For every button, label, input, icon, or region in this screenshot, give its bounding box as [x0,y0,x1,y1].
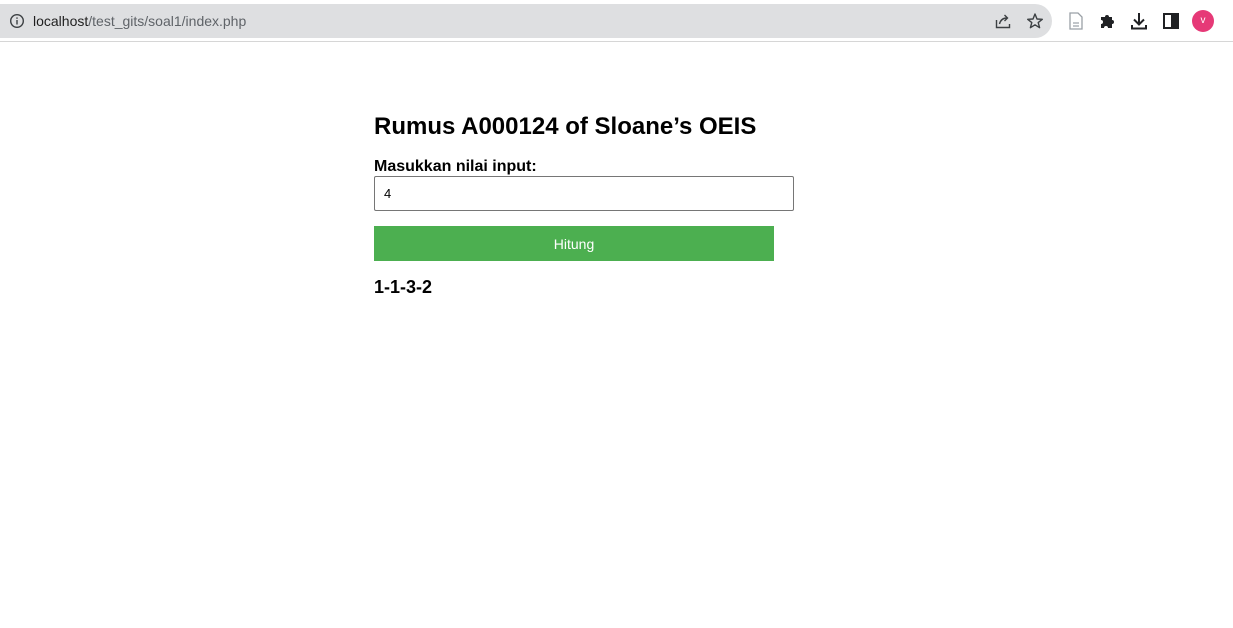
address-bar[interactable]: localhost/test_gits/soal1/index.php [0,4,1052,38]
profile-avatar[interactable]: v [1192,10,1214,32]
result-text: 1-1-3-2 [374,277,433,297]
url-path: /test_gits/soal1/index.php [88,13,247,29]
browser-toolbar: localhost/test_gits/soal1/index.php v [0,0,1233,42]
url-text[interactable]: localhost/test_gits/soal1/index.php [33,13,246,29]
info-icon[interactable] [9,13,25,29]
side-panel-icon[interactable] [1161,11,1181,31]
number-input[interactable] [374,176,794,211]
form-container: Rumus A000124 of Sloane’s OEIS Masukkan … [374,112,814,298]
hitung-button[interactable]: Hitung [374,226,774,261]
url-host: localhost [33,13,89,29]
page-title: Rumus A000124 of Sloane’s OEIS [374,113,757,140]
extensions-puzzle-icon[interactable] [1097,11,1117,31]
share-icon[interactable] [994,12,1012,30]
star-icon[interactable] [1026,12,1044,30]
page-icon[interactable] [1066,11,1086,31]
download-icon[interactable] [1129,11,1149,31]
input-label: Masukkan nilai input: [374,158,537,175]
